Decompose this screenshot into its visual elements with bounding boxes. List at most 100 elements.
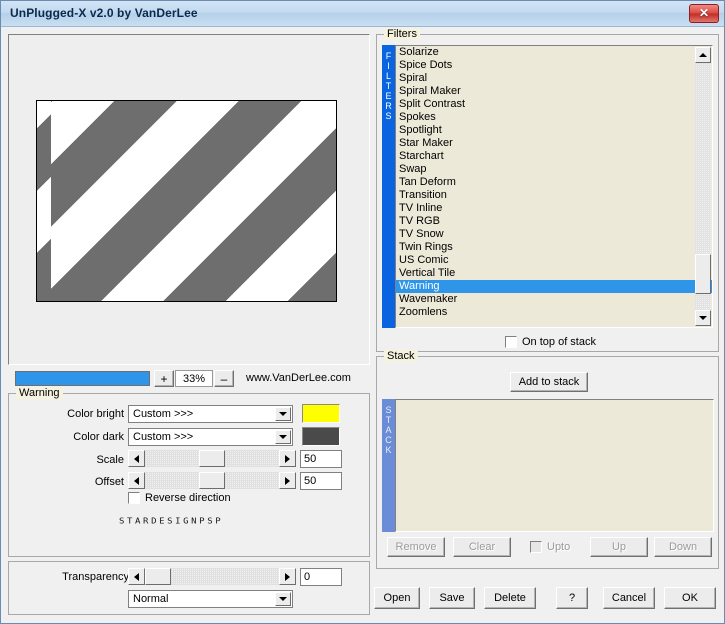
- list-item[interactable]: Spotlight: [396, 124, 712, 137]
- zoom-out-button[interactable]: –: [214, 370, 234, 387]
- list-item[interactable]: Spiral: [396, 72, 712, 85]
- ok-button[interactable]: OK: [664, 587, 716, 609]
- list-item[interactable]: Star Maker: [396, 137, 712, 150]
- cancel-button[interactable]: Cancel: [603, 587, 655, 609]
- filters-list[interactable]: Solarize Spice Dots Spiral Spiral Maker Spli…: [395, 45, 713, 328]
- on-top-of-stack-checkbox[interactable]: [505, 336, 517, 348]
- scale-value-field[interactable]: 50: [300, 450, 342, 468]
- offset-increment-button[interactable]: [279, 472, 296, 489]
- zoom-progress-bar[interactable]: [15, 371, 150, 386]
- close-button[interactable]: ✕: [689, 4, 719, 23]
- stack-group-label: Stack: [384, 350, 418, 362]
- list-item[interactable]: Twin Rings: [396, 241, 712, 254]
- stack-list[interactable]: [395, 399, 714, 532]
- scale-slider-thumb[interactable]: [199, 450, 225, 467]
- filters-group: Filters FILTERS Solarize Spice Dots Spiral…: [376, 28, 719, 352]
- chevron-down-icon[interactable]: [275, 407, 291, 421]
- stack-sidebar-label: STACK: [383, 405, 394, 455]
- save-button[interactable]: Save: [429, 587, 475, 609]
- filters-group-label: Filters: [384, 28, 420, 40]
- stardesign-logo: STARDESIGNPSP: [119, 517, 224, 527]
- scroll-down-button[interactable]: [695, 310, 711, 326]
- filter-parameters-group: Warning Color bright Custom >>> Color da…: [8, 387, 370, 557]
- color-bright-combo[interactable]: Custom >>>: [128, 405, 293, 423]
- preview-panel: [8, 34, 370, 365]
- filters-sidebar-label: FILTERS: [383, 51, 394, 121]
- list-item[interactable]: Wavemaker: [396, 293, 712, 306]
- list-item[interactable]: Warning: [396, 280, 712, 293]
- scale-increment-button[interactable]: [279, 450, 296, 467]
- list-item[interactable]: Spokes: [396, 111, 712, 124]
- stack-sidebar-banner: STACK: [382, 399, 395, 532]
- transparency-label: Transparency: [62, 571, 129, 583]
- color-dark-swatch[interactable]: [302, 427, 340, 446]
- website-link[interactable]: www.VanDerLee.com: [246, 372, 351, 384]
- add-to-stack-button[interactable]: Add to stack: [510, 372, 588, 392]
- list-item[interactable]: Spice Dots: [396, 59, 712, 72]
- transparency-value-field[interactable]: 0: [300, 568, 342, 586]
- list-item[interactable]: Swap: [396, 163, 712, 176]
- list-item[interactable]: Spiral Maker: [396, 85, 712, 98]
- title-bar: UnPlugged-X v2.0 by VanDerLee ✕: [1, 1, 724, 27]
- chevron-down-icon[interactable]: [275, 430, 291, 444]
- offset-value-field[interactable]: 50: [300, 472, 342, 490]
- offset-slider[interactable]: [128, 472, 296, 489]
- on-top-of-stack-label: On top of stack: [522, 336, 596, 348]
- filters-sidebar-banner: FILTERS: [382, 45, 395, 328]
- filters-scrollbar[interactable]: [695, 47, 711, 326]
- stack-down-button[interactable]: Down: [654, 537, 712, 557]
- stack-up-button[interactable]: Up: [590, 537, 648, 557]
- list-item[interactable]: Transition: [396, 189, 712, 202]
- chevron-down-icon[interactable]: [275, 592, 291, 606]
- transparency-slider[interactable]: [128, 568, 296, 585]
- scale-decrement-button[interactable]: [128, 450, 145, 467]
- zoom-in-button[interactable]: +: [154, 370, 174, 387]
- list-item[interactable]: US Comic: [396, 254, 712, 267]
- application-window: UnPlugged-X v2.0 by VanDerLee ✕ + 33% – …: [0, 0, 725, 624]
- delete-button[interactable]: Delete: [484, 587, 536, 609]
- list-item[interactable]: Vertical Tile: [396, 267, 712, 280]
- blend-mode-value: Normal: [133, 593, 169, 605]
- offset-slider-thumb[interactable]: [199, 472, 225, 489]
- scroll-up-button[interactable]: [695, 47, 711, 63]
- color-bright-swatch[interactable]: [302, 404, 340, 423]
- stack-remove-button[interactable]: Remove: [387, 537, 445, 557]
- filter-parameters-group-label: Warning: [16, 387, 63, 399]
- open-button[interactable]: Open: [374, 587, 420, 609]
- offset-decrement-button[interactable]: [128, 472, 145, 489]
- color-bright-label: Color bright: [67, 408, 124, 420]
- filters-list-items: Solarize Spice Dots Spiral Spiral Maker Spli…: [396, 46, 712, 319]
- offset-label: Offset: [94, 476, 124, 488]
- upto-checkbox[interactable]: [530, 541, 542, 553]
- list-item[interactable]: Tan Deform: [396, 176, 712, 189]
- reverse-direction-label: Reverse direction: [145, 492, 231, 504]
- color-dark-combo[interactable]: Custom >>>: [128, 428, 293, 446]
- list-item[interactable]: Solarize: [396, 46, 712, 59]
- stack-clear-button[interactable]: Clear: [453, 537, 511, 557]
- list-item[interactable]: Split Contrast: [396, 98, 712, 111]
- zoom-level-value: 33%: [175, 370, 213, 387]
- scale-slider[interactable]: [128, 450, 296, 467]
- filters-list-wrapper: FILTERS Solarize Spice Dots Spiral Spiral M…: [382, 45, 713, 328]
- filters-scrollbar-thumb[interactable]: [695, 254, 711, 294]
- blend-mode-combo[interactable]: Normal: [128, 590, 293, 608]
- window-title: UnPlugged-X v2.0 by VanDerLee: [10, 6, 198, 20]
- transparency-group: Transparency 0 Normal: [8, 561, 370, 615]
- transparency-decrement-button[interactable]: [128, 568, 145, 585]
- help-button[interactable]: ?: [556, 587, 588, 609]
- reverse-direction-checkbox[interactable]: [128, 492, 140, 504]
- list-item[interactable]: TV Inline: [396, 202, 712, 215]
- list-item[interactable]: TV Snow: [396, 228, 712, 241]
- stack-group: Stack Add to stack STACK Remove Clear Up…: [376, 350, 719, 569]
- list-item[interactable]: Zoomlens: [396, 306, 712, 319]
- preview-image: [36, 100, 337, 302]
- color-bright-value: Custom >>>: [133, 408, 194, 420]
- stack-list-wrapper: STACK: [382, 399, 714, 532]
- zoom-row: + 33% – www.VanDerLee.com: [8, 369, 370, 389]
- list-item[interactable]: TV RGB: [396, 215, 712, 228]
- transparency-slider-thumb[interactable]: [145, 568, 171, 585]
- list-item[interactable]: Starchart: [396, 150, 712, 163]
- color-dark-value: Custom >>>: [133, 431, 194, 443]
- transparency-increment-button[interactable]: [279, 568, 296, 585]
- scale-label: Scale: [96, 454, 124, 466]
